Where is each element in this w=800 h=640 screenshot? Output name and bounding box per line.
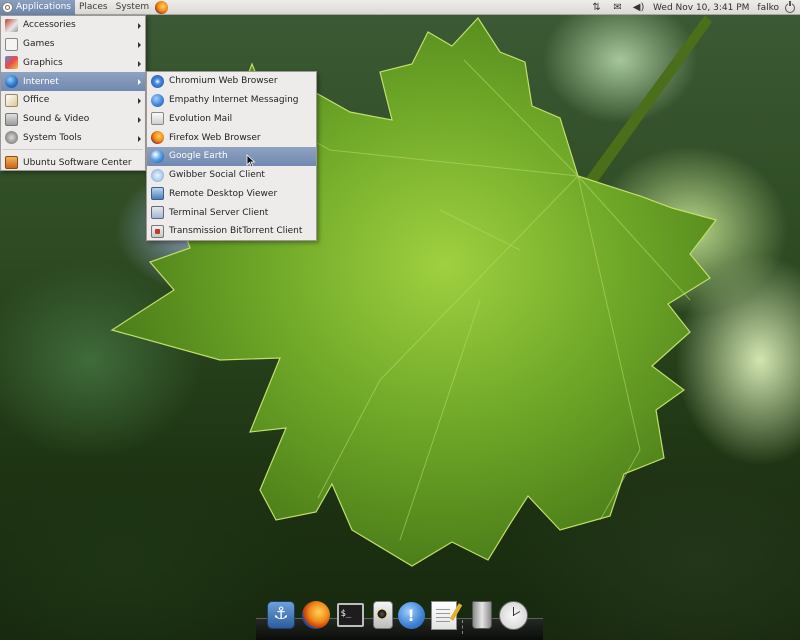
menu-item-remote-desktop[interactable]: Remote Desktop Viewer — [147, 185, 316, 204]
sound-video-icon — [5, 112, 18, 126]
dock-item-notification[interactable]: ! — [396, 600, 426, 630]
dock: ⚓ $_ ! — [256, 598, 543, 640]
menu-item-label: Gwibber Social Client — [169, 170, 265, 181]
notification-icon: ! — [397, 601, 425, 629]
menu-item-label: Evolution Mail — [169, 113, 233, 124]
menu-item-chromium[interactable]: Chromium Web Browser — [147, 72, 316, 91]
submenu-arrow-icon — [138, 79, 141, 86]
google-earth-icon — [151, 149, 164, 163]
volume-icon[interactable]: ◀) — [632, 1, 645, 14]
mail-icon[interactable]: ✉ — [611, 1, 624, 14]
mouse-pointer-icon — [246, 154, 256, 168]
menu-item-office[interactable]: Office — [1, 91, 145, 110]
menu-item-label: Accessories — [23, 20, 76, 31]
dock-item-firefox[interactable] — [301, 600, 331, 630]
graphics-icon — [5, 56, 18, 70]
menu-item-label: System Tools — [23, 132, 82, 143]
firefox-icon — [151, 131, 164, 145]
ubuntu-logo-icon — [2, 1, 13, 13]
menu-item-label: Internet — [23, 76, 59, 87]
menu-item-empathy[interactable]: Empathy Internet Messaging — [147, 91, 316, 110]
menu-item-label: Firefox Web Browser — [169, 132, 261, 143]
firefox-icon[interactable] — [155, 0, 169, 14]
menu-item-firefox[interactable]: Firefox Web Browser — [147, 128, 316, 147]
menu-item-google-earth[interactable]: Google Earth — [147, 147, 316, 166]
menu-item-graphics[interactable]: Graphics — [1, 54, 145, 73]
clock-icon — [498, 600, 528, 630]
dock-item-clock[interactable] — [498, 600, 528, 630]
menu-item-label: Office — [23, 95, 50, 106]
internet-submenu: Chromium Web Browser Empathy Internet Me… — [146, 71, 317, 241]
dock-divider — [462, 620, 464, 634]
places-menu-button[interactable]: Places — [75, 0, 112, 15]
menu-item-label: Google Earth — [169, 151, 228, 162]
software-center-icon — [5, 156, 18, 170]
anchor-icon: ⚓ — [267, 601, 295, 629]
menu-item-terminal-server[interactable]: Terminal Server Client — [147, 203, 316, 222]
internet-globe-icon — [5, 75, 18, 89]
applications-menu: Accessories Games Graphics Internet Offi… — [0, 15, 146, 171]
network-icon[interactable]: ⇅ — [590, 1, 603, 14]
menu-item-transmission[interactable]: Transmission BitTorrent Client — [147, 222, 316, 241]
menu-item-label: Empathy Internet Messaging — [169, 95, 299, 106]
clock[interactable]: Wed Nov 10, 3:41 PM — [653, 3, 749, 13]
dock-item-trash[interactable] — [467, 600, 497, 630]
chromium-icon — [151, 74, 164, 88]
dock-item-anchor[interactable]: ⚓ — [266, 600, 296, 630]
office-icon — [5, 93, 18, 107]
dock-item-text-editor[interactable] — [429, 600, 459, 630]
power-icon[interactable] — [785, 0, 795, 13]
trash-icon — [472, 601, 492, 629]
menu-item-sound-video[interactable]: Sound & Video — [1, 110, 145, 129]
empathy-icon — [151, 93, 164, 107]
submenu-arrow-icon — [138, 135, 141, 142]
panel-indicators: ⇅ ✉ ◀) Wed Nov 10, 3:41 PM falko — [586, 0, 800, 15]
gwibber-icon — [151, 168, 164, 182]
menu-item-ubuntu-software-center[interactable]: Ubuntu Software Center — [1, 153, 145, 172]
terminal-server-icon — [151, 206, 164, 220]
media-player-icon — [373, 601, 393, 629]
submenu-arrow-icon — [138, 98, 141, 104]
submenu-arrow-icon — [138, 41, 141, 48]
remote-desktop-icon — [151, 187, 164, 201]
menu-item-accessories[interactable]: Accessories — [1, 16, 145, 35]
transmission-icon — [151, 224, 164, 238]
menu-item-label: Remote Desktop Viewer — [169, 188, 278, 199]
system-tools-icon — [5, 131, 18, 145]
terminal-icon: $_ — [336, 603, 364, 627]
menu-item-label: Graphics — [23, 57, 63, 68]
menu-item-label: Transmission BitTorrent Client — [169, 226, 303, 237]
games-icon — [5, 37, 18, 51]
menu-item-internet[interactable]: Internet — [1, 72, 145, 91]
system-menu-button[interactable]: System — [112, 0, 154, 15]
menu-item-evolution-mail[interactable]: Evolution Mail — [147, 110, 316, 129]
applications-menu-button[interactable]: Applications — [0, 0, 75, 15]
dock-item-terminal[interactable]: $_ — [335, 600, 365, 630]
submenu-arrow-icon — [138, 23, 141, 29]
user-name[interactable]: falko — [757, 3, 779, 13]
text-editor-icon — [431, 600, 457, 630]
menu-item-system-tools[interactable]: System Tools — [1, 129, 145, 148]
accessories-icon — [5, 18, 18, 32]
menu-item-label: Terminal Server Client — [169, 207, 269, 218]
menu-item-games[interactable]: Games — [1, 35, 145, 54]
submenu-arrow-icon — [138, 60, 141, 67]
applications-label: Applications — [16, 1, 71, 12]
submenu-arrow-icon — [138, 116, 141, 123]
menu-item-label: Chromium Web Browser — [169, 76, 278, 87]
menu-item-label: Games — [23, 39, 55, 50]
dock-item-media-player[interactable] — [368, 600, 398, 630]
top-panel: Applications Places System ⇅ ✉ ◀) Wed No… — [0, 0, 800, 15]
menu-item-label: Sound & Video — [23, 114, 90, 125]
menu-item-gwibber[interactable]: Gwibber Social Client — [147, 166, 316, 185]
evolution-mail-icon — [151, 112, 164, 126]
firefox-icon — [302, 601, 330, 629]
menu-item-label: Ubuntu Software Center — [23, 157, 132, 168]
